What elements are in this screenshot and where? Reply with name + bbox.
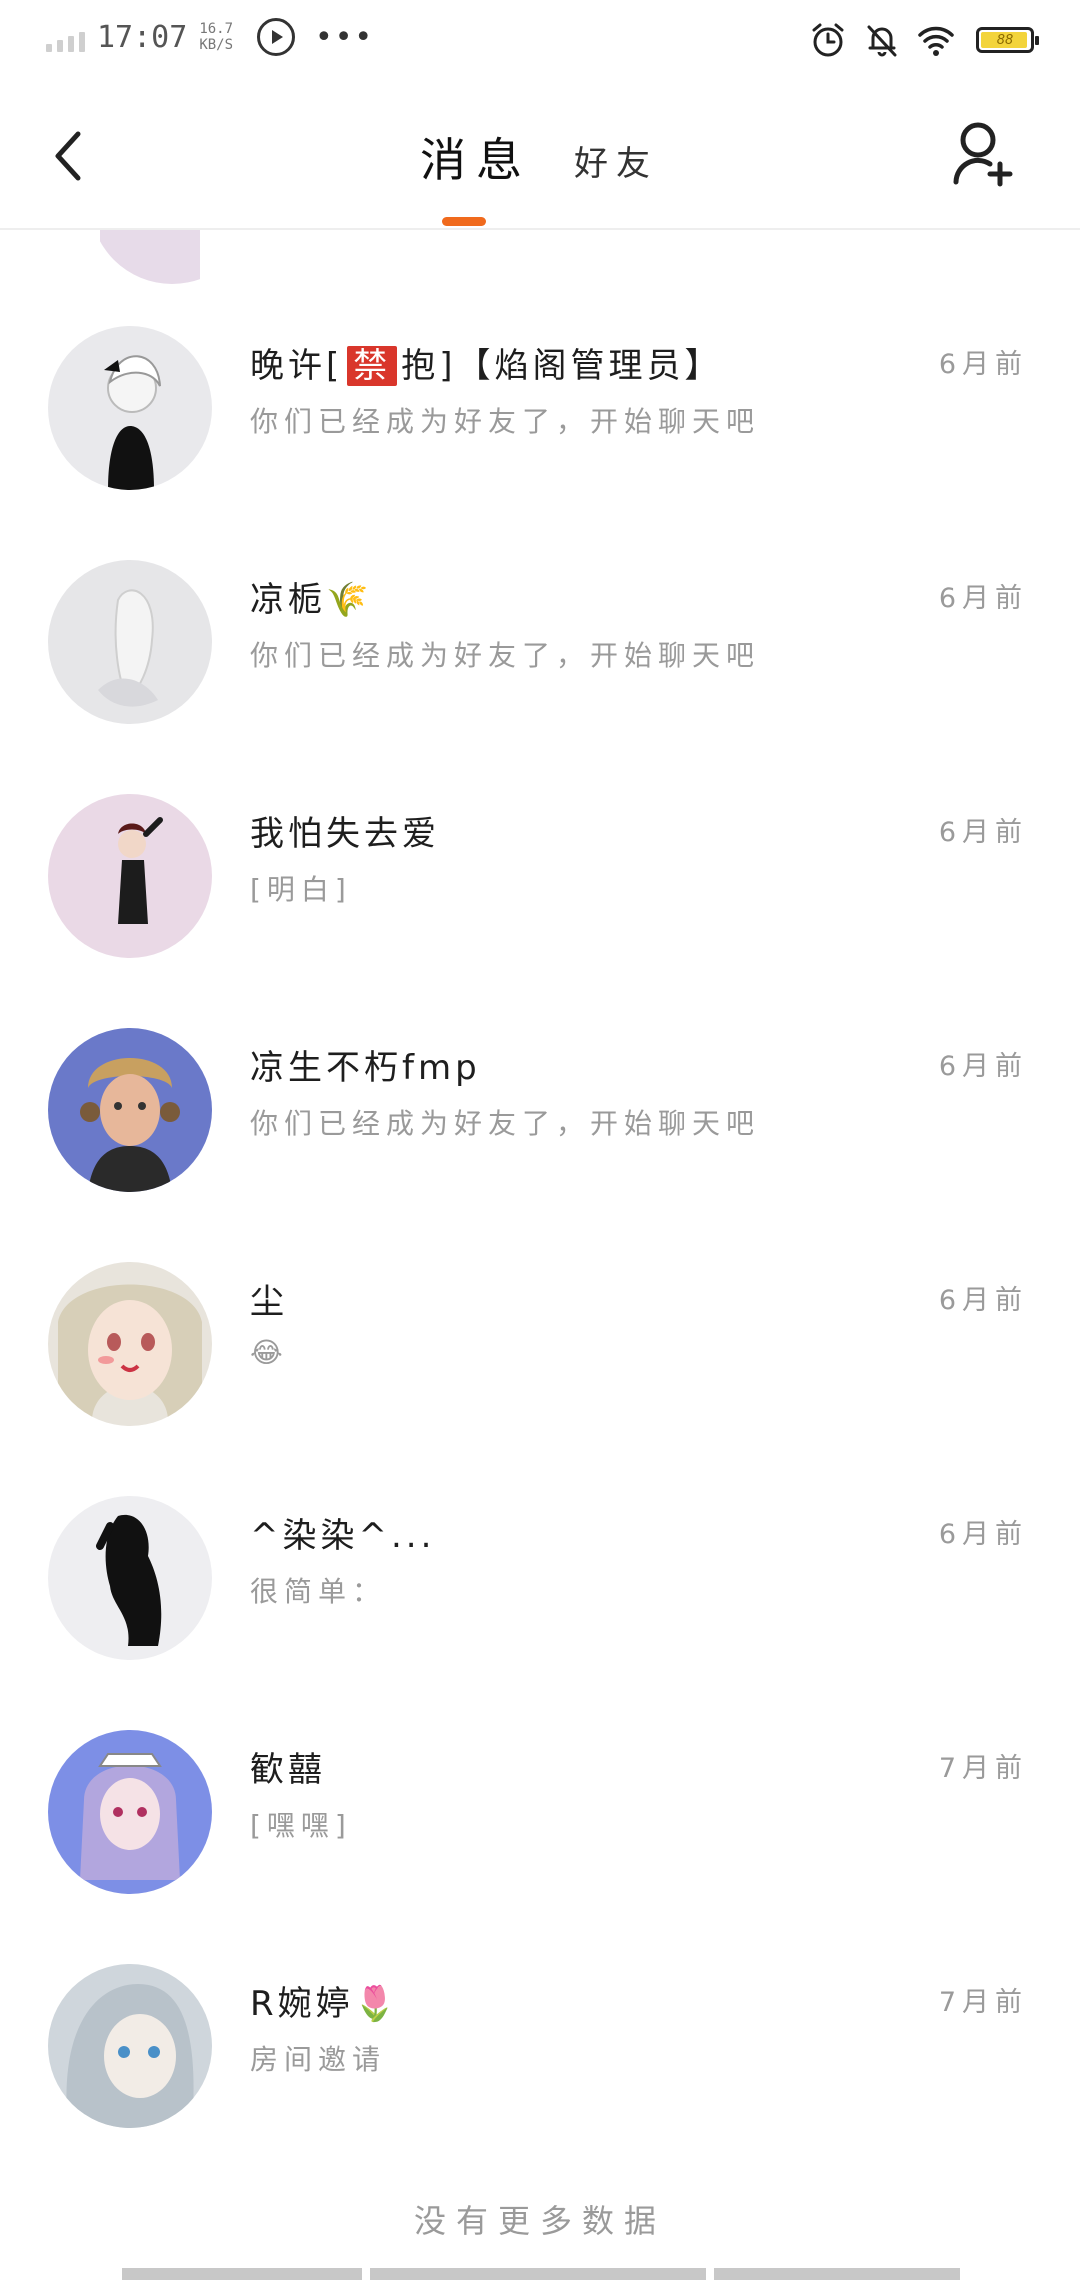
- message-time: 6月前: [938, 1285, 1028, 1316]
- conversation-item[interactable]: ^染染^... 很简单： 6月前: [0, 1400, 1080, 1660]
- battery-level: 88: [996, 32, 1014, 48]
- no-more-data-text: 没有更多数据: [413, 2202, 666, 2240]
- name-tag: 禁: [347, 346, 398, 386]
- conversation-item[interactable]: 我怕失去爱 [明白] 6月前: [0, 698, 1080, 958]
- media-play-icon: [257, 18, 296, 56]
- network-speed: 16.7 KB/S: [199, 21, 233, 53]
- conversation-name: 凉栀🌾: [250, 580, 373, 620]
- conversation-item[interactable]: 尘 😂 6月前: [0, 1166, 1080, 1426]
- conversation-name: 尘: [250, 1282, 288, 1322]
- message-time: 6月前: [938, 1519, 1028, 1550]
- conversation-name: R婉婷🌷: [250, 1984, 400, 2024]
- message-time: 6月前: [938, 817, 1028, 848]
- name-part: 晚许[: [250, 346, 344, 386]
- active-tab-indicator: [442, 217, 486, 226]
- conversation-name: ^染染^...: [250, 1516, 436, 1556]
- conversation-name: 晚许[禁抱]【焰阁管理员】: [250, 338, 723, 387]
- battery-icon: 88: [976, 27, 1039, 53]
- conversation-item[interactable]: 晚许[禁抱]【焰阁管理员】 你们已经成为好友了，开始聊天吧 6月前: [0, 230, 1080, 490]
- conversation-item[interactable]: 歓囍 [嘿嘿] 7月前: [0, 1634, 1080, 1894]
- message-preview: 房间邀请: [250, 2043, 387, 2076]
- message-preview: 你们已经成为好友了，开始聊天吧: [250, 639, 761, 672]
- bottom-nav-hint: [122, 2268, 960, 2280]
- message-time: 7月前: [938, 1753, 1028, 1784]
- message-preview: [明白]: [250, 873, 352, 906]
- avatar-image: [48, 1964, 212, 2128]
- bell-muted-icon: [867, 25, 897, 57]
- status-time: 17:07: [97, 19, 188, 55]
- conversation-item[interactable]: 凉生不朽fmp 你们已经成为好友了，开始聊天吧 6月前: [0, 932, 1080, 1192]
- message-preview: 你们已经成为好友了，开始聊天吧: [250, 405, 761, 438]
- conversation-name: 歓囍: [250, 1750, 326, 1790]
- signal-icon: [46, 22, 85, 52]
- add-friend-icon[interactable]: [950, 118, 1016, 188]
- top-nav-bar: 消息 好友: [0, 80, 1080, 230]
- conversation-item[interactable]: 凉栀🌾 你们已经成为好友了，开始聊天吧 6月前: [0, 464, 1080, 724]
- wifi-icon: [918, 26, 954, 56]
- message-preview: 很简单：: [250, 1575, 387, 1608]
- more-notifications-icon: •••: [315, 19, 375, 55]
- name-part: 抱]【焰阁管理员】: [401, 346, 723, 386]
- message-time: 7月前: [938, 1987, 1028, 2018]
- conversation-name: 我怕失去爱: [250, 814, 440, 854]
- message-preview: [嘿嘿]: [250, 1809, 352, 1842]
- status-left: 17:07 16.7 KB/S •••: [46, 18, 374, 56]
- message-time: 6月前: [938, 583, 1028, 614]
- message-preview: 你们已经成为好友了，开始聊天吧: [250, 1107, 761, 1140]
- message-preview: 😂: [250, 1336, 289, 1369]
- network-speed-unit: KB/S: [199, 37, 234, 53]
- back-icon[interactable]: [46, 128, 94, 184]
- conversation-name: 凉生不朽fmp: [250, 1048, 481, 1088]
- avatar: [48, 1964, 212, 2128]
- network-speed-value: 16.7: [199, 21, 234, 37]
- status-right: 88: [808, 20, 1039, 60]
- tab-friends[interactable]: 好友: [574, 136, 658, 185]
- message-time: 6月前: [938, 349, 1028, 380]
- status-bar: 17:07 16.7 KB/S ••• 88: [0, 0, 1080, 80]
- message-time: 6月前: [938, 1051, 1028, 1082]
- tab-messages[interactable]: 消息: [420, 124, 532, 190]
- alarm-icon: [812, 23, 844, 57]
- conversation-item[interactable]: R婉婷🌷 房间邀请 7月前: [0, 1868, 1080, 2128]
